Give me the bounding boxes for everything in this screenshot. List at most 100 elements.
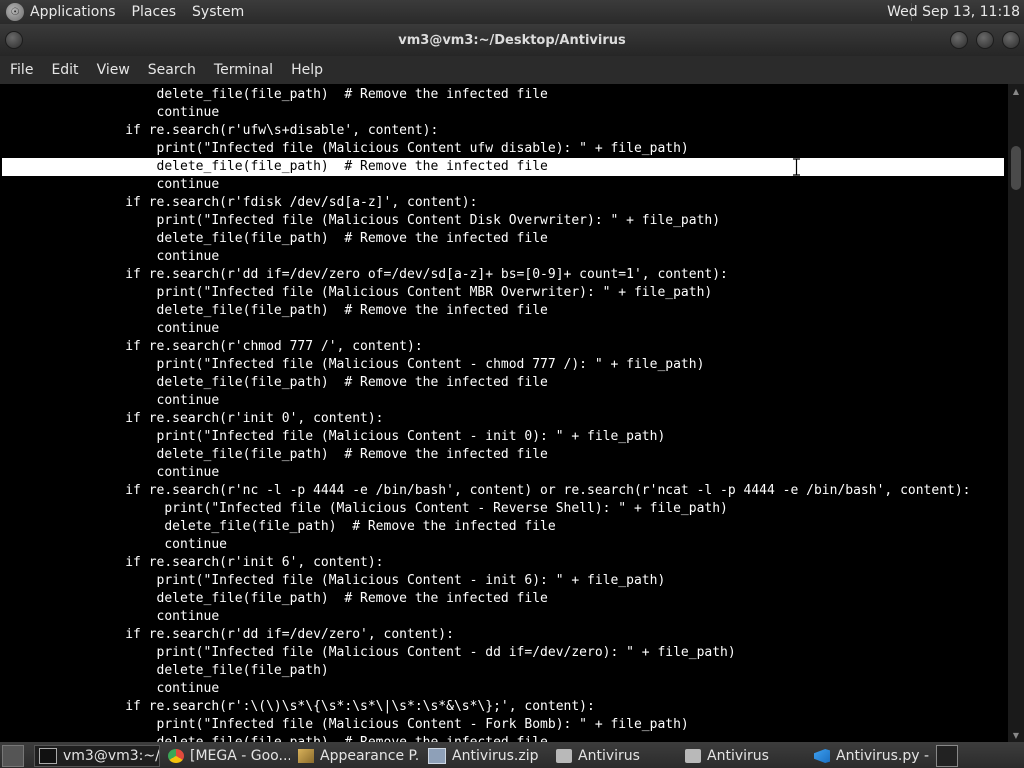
terminal-line-text: print("Infected file (Malicious Content … [0, 285, 713, 300]
terminal-line-text: if re.search(r'nc -l -p 4444 -e /bin/bas… [0, 483, 971, 498]
folder-icon [685, 749, 701, 763]
terminal-line: if re.search(r'dd if=/dev/zero of=/dev/s… [0, 266, 728, 284]
task-label: vm3@vm3:~/... [63, 748, 160, 764]
terminal-line-text: if re.search(r':\(\)\s*\{\s*:\s*\|\s*:\s… [0, 699, 595, 714]
terminal-line: print("Infected file (Malicious Content … [0, 500, 728, 518]
terminal-line: continue [0, 392, 220, 410]
text-cursor-icon [793, 158, 800, 176]
terminal-line: delete_file(file_path) # Remove the infe… [0, 518, 556, 536]
terminal-line: continue [0, 320, 220, 338]
terminal-line: print("Infected file (Malicious Content … [0, 716, 689, 734]
terminal-line-text: print("Infected file (Malicious Content … [0, 429, 666, 444]
terminal-line: if re.search(r'nc -l -p 4444 -e /bin/bas… [0, 482, 971, 500]
terminal-scrollbar[interactable]: ▲ ▼ [1008, 84, 1024, 742]
terminal-line-text: print("Infected file (Malicious Content … [0, 141, 689, 156]
terminal-line: delete_file(file_path) [0, 662, 329, 680]
menu-terminal[interactable]: Terminal [214, 62, 273, 78]
window-title-bar[interactable]: vm3@vm3:~/Desktop/Antivirus [0, 24, 1024, 56]
terminal-line-text: delete_file(file_path) # Remove the infe… [0, 87, 548, 102]
terminal-line-text: if re.search(r'init 6', content): [0, 555, 384, 570]
minimize-button[interactable] [950, 31, 968, 49]
terminal-line-text: continue [0, 177, 220, 192]
maximize-button[interactable] [976, 31, 994, 49]
terminal-line-text: continue [0, 681, 220, 696]
terminal-line-text: delete_file(file_path) # Remove the infe… [0, 591, 548, 606]
terminal-line-text: continue [0, 321, 220, 336]
task-appearance[interactable]: Appearance P... [294, 745, 420, 767]
terminal-line-text: print("Infected file (Malicious Content … [0, 645, 736, 660]
terminal-line-text: continue [0, 393, 220, 408]
terminal-line: continue [0, 104, 220, 122]
terminal-line: delete_file(file_path) # Remove the infe… [0, 734, 548, 742]
menu-search[interactable]: Search [148, 62, 196, 78]
vscode-icon [814, 749, 830, 763]
terminal-line-text: print("Infected file (Malicious Content … [0, 717, 689, 732]
applications-menu[interactable]: Applications [30, 4, 116, 20]
task-label: Antivirus.py - ... [836, 748, 932, 764]
terminal-line: delete_file(file_path) # Remove the infe… [0, 374, 548, 392]
menu-file[interactable]: File [10, 62, 33, 78]
task-chrome[interactable]: [MEGA - Goo... [164, 745, 290, 767]
terminal-line: delete_file(file_path) # Remove the infe… [0, 446, 548, 464]
terminal-output[interactable]: delete_file(file_path) # Remove the infe… [0, 84, 1008, 742]
system-menu[interactable]: System [192, 4, 244, 20]
task-label: Antivirus [707, 748, 769, 764]
window-title: vm3@vm3:~/Desktop/Antivirus [398, 32, 626, 48]
terminal-line-text: if re.search(r'init 0', content): [0, 411, 384, 426]
terminal-line: delete_file(file_path) # Remove the infe… [0, 86, 548, 104]
task-label: Antivirus [578, 748, 640, 764]
terminal-line: continue [0, 608, 220, 626]
scroll-up-arrow-icon[interactable]: ▲ [1008, 84, 1024, 98]
terminal-line: print("Infected file (Malicious Content … [0, 212, 721, 230]
archive-icon [428, 748, 446, 764]
terminal-launcher-icon[interactable] [936, 745, 958, 767]
places-menu[interactable]: Places [132, 4, 177, 20]
terminal-line-text: if re.search(r'fdisk /dev/sd[a-z]', cont… [0, 195, 478, 210]
terminal-line-text: delete_file(file_path) # Remove the infe… [0, 519, 556, 534]
terminal-line-text: continue [0, 537, 227, 552]
terminal-line: delete_file(file_path) # Remove the infe… [0, 302, 548, 320]
terminal-line: if re.search(r'ufw\s+disable', content): [0, 122, 438, 140]
task-folder-2[interactable]: Antivirus [681, 745, 807, 767]
terminal-line: if re.search(r'init 6', content): [0, 554, 384, 572]
terminal-line: continue [0, 536, 227, 554]
appearance-icon [298, 749, 314, 763]
terminal-line: print("Infected file (Malicious Content … [0, 140, 689, 158]
terminal-line: continue [0, 176, 220, 194]
terminal-line-text: continue [0, 105, 220, 120]
task-label: [MEGA - Goo... [190, 748, 290, 764]
task-archive[interactable]: Antivirus.zip [424, 745, 550, 767]
terminal-line: if re.search(r'init 0', content): [0, 410, 384, 428]
task-label: Appearance P... [320, 748, 420, 764]
terminal-line-text: if re.search(r'chmod 777 /', content): [0, 339, 423, 354]
terminal-line-text: if re.search(r'dd if=/dev/zero of=/dev/s… [0, 267, 728, 282]
close-button[interactable] [1002, 31, 1020, 49]
terminal-line-text: delete_file(file_path) # Remove the infe… [0, 303, 548, 318]
scrollbar-thumb[interactable] [1011, 146, 1021, 190]
terminal-line: print("Infected file (Malicious Content … [0, 572, 666, 590]
terminal-line: continue [0, 248, 220, 266]
chrome-icon [168, 749, 184, 763]
menu-edit[interactable]: Edit [51, 62, 78, 78]
terminal-line-text: continue [0, 249, 220, 264]
terminal-line: print("Infected file (Malicious Content … [0, 284, 713, 302]
terminal-line: if re.search(r'chmod 777 /', content): [0, 338, 423, 356]
terminal-line: if re.search(r'dd if=/dev/zero', content… [0, 626, 454, 644]
terminal-line-text: delete_file(file_path) # Remove the infe… [0, 375, 548, 390]
menu-view[interactable]: View [97, 62, 130, 78]
task-terminal[interactable]: vm3@vm3:~/... [34, 745, 160, 767]
terminal-line: delete_file(file_path) # Remove the infe… [0, 230, 548, 248]
task-vscode[interactable]: Antivirus.py - ... [810, 745, 932, 767]
clock[interactable]: Wed Sep 13, 11:18 [887, 4, 1020, 20]
menu-help[interactable]: Help [291, 62, 323, 78]
window-menu-button[interactable] [5, 31, 23, 49]
scroll-down-arrow-icon[interactable]: ▼ [1008, 728, 1024, 742]
show-desktop-button[interactable] [2, 745, 24, 767]
terminal-line: print("Infected file (Malicious Content … [0, 428, 666, 446]
terminal-line-text: delete_file(file_path) # Remove the infe… [0, 159, 548, 174]
task-folder-1[interactable]: Antivirus [552, 745, 678, 767]
distro-logo-icon[interactable]: ☉ [6, 3, 24, 21]
terminal-line-text: print("Infected file (Malicious Content … [0, 501, 728, 516]
terminal-line: continue [0, 680, 220, 698]
terminal-line-text: print("Infected file (Malicious Content … [0, 357, 705, 372]
